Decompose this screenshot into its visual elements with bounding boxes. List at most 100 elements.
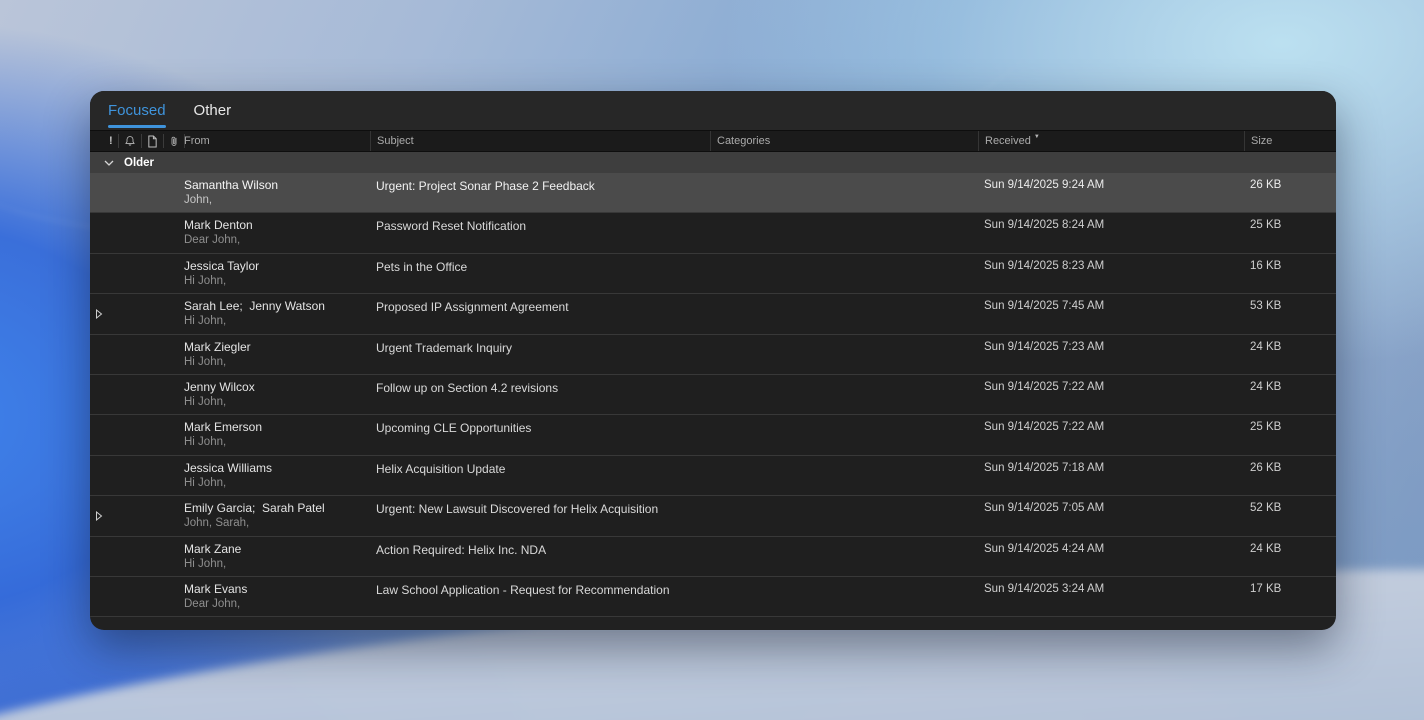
size-cell: 25 KB [1244, 213, 1336, 252]
column-header-categories-label: Categories [717, 135, 770, 147]
size-cell: 26 KB [1244, 173, 1336, 212]
message-row[interactable]: Mark Ziegler Hi John, Urgent Trademark I… [90, 335, 1336, 375]
tab-other-label: Other [194, 102, 232, 119]
size-cell: 17 KB [1244, 577, 1336, 616]
message-row[interactable]: Emily Garcia; Sarah Patel John, Sarah, U… [90, 496, 1336, 536]
subject-cell: Helix Acquisition Update [370, 456, 710, 495]
expand-conversation-icon[interactable] [95, 511, 103, 521]
size-cell: 24 KB [1244, 537, 1336, 576]
tab-focused-label: Focused [108, 102, 166, 119]
column-header-categories[interactable]: Categories [710, 131, 978, 151]
column-header-subject-label: Subject [377, 135, 414, 147]
from-cell: Mark Evans Dear John, [178, 577, 370, 616]
message-row[interactable]: Jenny Wilcox Hi John, Follow up on Secti… [90, 375, 1336, 415]
message-row[interactable]: Sarah Lee; Jenny Watson Hi John, Propose… [90, 294, 1336, 334]
subject-cell: Urgent Trademark Inquiry [370, 335, 710, 374]
column-header-item-type[interactable] [142, 134, 164, 148]
column-header-from-label: From [184, 135, 210, 147]
received-cell: Sun 9/14/2025 7:22 AM [978, 415, 1244, 454]
expand-conversation-icon[interactable] [95, 309, 103, 319]
column-header-from[interactable]: From [178, 131, 370, 151]
categories-cell [710, 173, 978, 212]
from-cell: Samantha Wilson John, [178, 173, 370, 212]
categories-cell [710, 496, 978, 535]
sender-name: Mark Zane [184, 542, 370, 557]
active-tab-underline [108, 125, 166, 128]
document-icon [147, 135, 158, 148]
inbox-tab-bar: Focused Other [90, 91, 1336, 130]
sender-name: Mark Evans [184, 582, 370, 597]
subject-cell: Urgent: New Lawsuit Discovered for Helix… [370, 496, 710, 535]
subject-cell: Action Required: Helix Inc. NDA [370, 537, 710, 576]
row-gutter [90, 335, 178, 374]
message-row[interactable]: Jessica Taylor Hi John, Pets in the Offi… [90, 254, 1336, 294]
subject-cell: Upcoming CLE Opportunities [370, 415, 710, 454]
message-preview: Hi John, [184, 395, 370, 410]
received-cell: Sun 9/14/2025 4:24 AM [978, 537, 1244, 576]
size-cell: 24 KB [1244, 335, 1336, 374]
message-row[interactable]: Jessica Williams Hi John, Helix Acquisit… [90, 456, 1336, 496]
message-preview: Hi John, [184, 314, 370, 329]
message-preview: Hi John, [184, 476, 370, 491]
icon-column-headers: ! [90, 131, 178, 151]
column-header-received[interactable]: Received ▼ [978, 131, 1244, 151]
group-header-label: Older [124, 157, 154, 169]
row-gutter [90, 415, 178, 454]
column-header-importance[interactable]: ! [104, 134, 119, 148]
row-gutter [90, 254, 178, 293]
group-header-older[interactable]: Older [90, 152, 1336, 173]
received-cell: Sun 9/14/2025 3:24 AM [978, 577, 1244, 616]
row-gutter [90, 537, 178, 576]
size-cell: 16 KB [1244, 254, 1336, 293]
size-cell: 24 KB [1244, 375, 1336, 414]
tab-other[interactable]: Other [194, 91, 232, 130]
row-gutter [90, 173, 178, 212]
size-cell: 25 KB [1244, 415, 1336, 454]
categories-cell [710, 456, 978, 495]
size-cell: 26 KB [1244, 456, 1336, 495]
row-gutter [90, 577, 178, 616]
message-preview: Hi John, [184, 355, 370, 370]
received-cell: Sun 9/14/2025 7:23 AM [978, 335, 1244, 374]
from-cell: Mark Ziegler Hi John, [178, 335, 370, 374]
sender-name: Sarah Lee; Jenny Watson [184, 299, 370, 314]
received-cell: Sun 9/14/2025 7:22 AM [978, 375, 1244, 414]
categories-cell [710, 537, 978, 576]
received-cell: Sun 9/14/2025 8:24 AM [978, 213, 1244, 252]
categories-cell [710, 415, 978, 454]
column-header-size[interactable]: Size [1244, 131, 1336, 151]
message-preview: Hi John, [184, 274, 370, 289]
sender-name: Jessica Taylor [184, 259, 370, 274]
size-cell: 52 KB [1244, 496, 1336, 535]
subject-cell: Proposed IP Assignment Agreement [370, 294, 710, 333]
subject-cell: Password Reset Notification [370, 213, 710, 252]
message-row[interactable]: Mark Emerson Hi John, Upcoming CLE Oppor… [90, 415, 1336, 455]
from-cell: Mark Denton Dear John, [178, 213, 370, 252]
sort-descending-icon: ▼ [1034, 134, 1040, 140]
sender-name: Mark Ziegler [184, 340, 370, 355]
mail-list-window: Focused Other ! [90, 91, 1336, 630]
importance-icon: ! [109, 135, 113, 147]
categories-cell [710, 335, 978, 374]
sender-name: Jessica Williams [184, 461, 370, 476]
from-cell: Jenny Wilcox Hi John, [178, 375, 370, 414]
column-header-reminder[interactable] [119, 134, 142, 148]
received-cell: Sun 9/14/2025 8:23 AM [978, 254, 1244, 293]
subject-cell: Law School Application - Request for Rec… [370, 577, 710, 616]
received-cell: Sun 9/14/2025 7:45 AM [978, 294, 1244, 333]
tab-focused[interactable]: Focused [108, 91, 166, 130]
message-row[interactable]: Mark Zane Hi John, Action Required: Heli… [90, 537, 1336, 577]
row-gutter [90, 294, 178, 333]
message-row[interactable]: Mark Evans Dear John, Law School Applica… [90, 577, 1336, 617]
categories-cell [710, 577, 978, 616]
received-cell: Sun 9/14/2025 7:05 AM [978, 496, 1244, 535]
sender-name: Samantha Wilson [184, 178, 370, 193]
from-cell: Mark Zane Hi John, [178, 537, 370, 576]
message-row[interactable]: Samantha Wilson John, Urgent: Project So… [90, 173, 1336, 213]
message-row[interactable]: Mark Denton Dear John, Password Reset No… [90, 213, 1336, 253]
row-gutter [90, 496, 178, 535]
chevron-down-icon [104, 160, 114, 166]
bell-icon [124, 135, 136, 147]
column-header-row: ! From Subject C [90, 130, 1336, 152]
column-header-subject[interactable]: Subject [370, 131, 710, 151]
